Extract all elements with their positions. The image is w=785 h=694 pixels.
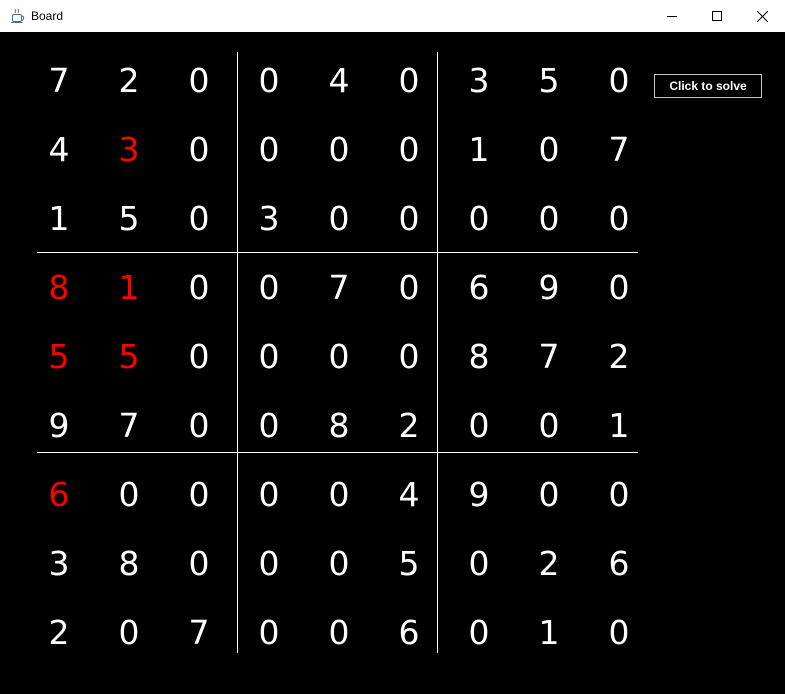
board-cell: 0 [258, 61, 280, 100]
board-cell: 0 [468, 544, 490, 583]
window-title: Board [31, 9, 64, 23]
java-coffee-icon [10, 8, 26, 24]
board-cell: 0 [188, 268, 210, 307]
board-cell: 8 [328, 406, 350, 445]
board-cell: 0 [118, 613, 140, 652]
board-cell: 0 [188, 130, 210, 169]
board-cell: 5 [118, 337, 140, 376]
board-cell: 3 [48, 544, 70, 583]
board-cell: 0 [188, 199, 210, 238]
board-cell: 2 [48, 613, 70, 652]
board-cell: 0 [118, 475, 140, 514]
board-cell: 0 [538, 199, 560, 238]
board-cell: 0 [328, 199, 350, 238]
board-cell: 0 [188, 544, 210, 583]
board-cell: 7 [188, 613, 210, 652]
board-cell: 0 [188, 475, 210, 514]
board-cell: 9 [538, 268, 560, 307]
board-cell: 0 [538, 475, 560, 514]
board-cell: 0 [608, 199, 630, 238]
board-cell: 8 [48, 268, 70, 307]
minimize-icon [667, 11, 677, 21]
board-cell: 1 [608, 406, 630, 445]
board-cell: 1 [48, 199, 70, 238]
board-cell: 3 [468, 61, 490, 100]
board-cell: 0 [258, 337, 280, 376]
board-cell: 5 [118, 199, 140, 238]
board-cell: 0 [258, 268, 280, 307]
board-cell: 0 [258, 406, 280, 445]
board-cell: 5 [48, 337, 70, 376]
board-cell: 0 [608, 268, 630, 307]
board-cell: 0 [188, 337, 210, 376]
board-cell: 0 [468, 199, 490, 238]
board-cell: 0 [328, 130, 350, 169]
minimize-button[interactable] [649, 0, 695, 32]
board-cell: 0 [468, 613, 490, 652]
board-cell: 3 [118, 130, 140, 169]
board-cell: 1 [468, 130, 490, 169]
board-cell: 0 [608, 475, 630, 514]
board-cell: 0 [608, 613, 630, 652]
board-cell: 0 [258, 544, 280, 583]
board-cell: 7 [48, 61, 70, 100]
board-cell: 7 [538, 337, 560, 376]
close-button[interactable] [739, 0, 785, 32]
board-cell: 5 [538, 61, 560, 100]
board-cell: 9 [48, 406, 70, 445]
board-cell: 0 [398, 130, 420, 169]
board-cell: 4 [48, 130, 70, 169]
board-cell: 0 [328, 475, 350, 514]
board-cell: 0 [538, 406, 560, 445]
board-cell: 9 [468, 475, 490, 514]
board-cell: 0 [258, 130, 280, 169]
board-cell: 0 [398, 199, 420, 238]
board-cell: 0 [328, 544, 350, 583]
board-cell: 4 [398, 475, 420, 514]
board-cell: 7 [608, 130, 630, 169]
board-cell: 2 [118, 61, 140, 100]
board-cell: 8 [118, 544, 140, 583]
board-cell: 7 [118, 406, 140, 445]
board-cell: 6 [608, 544, 630, 583]
board-cell: 0 [398, 268, 420, 307]
board-cell: 0 [328, 337, 350, 376]
board-cell: 2 [608, 337, 630, 376]
content-area: 7 2 0 0 4 0 3 5 0 4 3 0 0 0 0 1 0 7 1 5 0 3 0 0 0 0 0 8 1 0 0 7 0 6 9 0 5 5 0 0… [0, 32, 785, 694]
maximize-icon [712, 11, 722, 21]
board-cell: 8 [468, 337, 490, 376]
board-cell: 6 [398, 613, 420, 652]
maximize-button[interactable] [694, 0, 740, 32]
solve-button[interactable]: Click to solve [654, 74, 762, 98]
board-cell: 2 [398, 406, 420, 445]
board-cell: 0 [538, 130, 560, 169]
board-cell: 0 [188, 406, 210, 445]
board-cell: 3 [258, 199, 280, 238]
board-cell: 0 [608, 61, 630, 100]
board-cell: 1 [118, 268, 140, 307]
title-bar: Board [0, 0, 785, 32]
board-cell: 0 [188, 61, 210, 100]
board-cell: 7 [328, 268, 350, 307]
board-cell: 4 [328, 61, 350, 100]
board-cell: 2 [538, 544, 560, 583]
board-cell: 0 [398, 337, 420, 376]
board-cell: 0 [468, 406, 490, 445]
board-cell: 5 [398, 544, 420, 583]
board-cell: 6 [468, 268, 490, 307]
board-cell: 0 [258, 475, 280, 514]
board-cell: 6 [48, 475, 70, 514]
board-cell: 0 [398, 61, 420, 100]
sudoku-board: 7 2 0 0 4 0 3 5 0 4 3 0 0 0 0 1 0 7 1 5 0 3 0 0 0 0 0 8 1 0 0 7 0 6 9 0 5 5 0 0… [0, 32, 660, 694]
board-cell: 0 [258, 613, 280, 652]
board-cell: 0 [328, 613, 350, 652]
close-icon [756, 10, 768, 22]
board-cell: 1 [538, 613, 560, 652]
